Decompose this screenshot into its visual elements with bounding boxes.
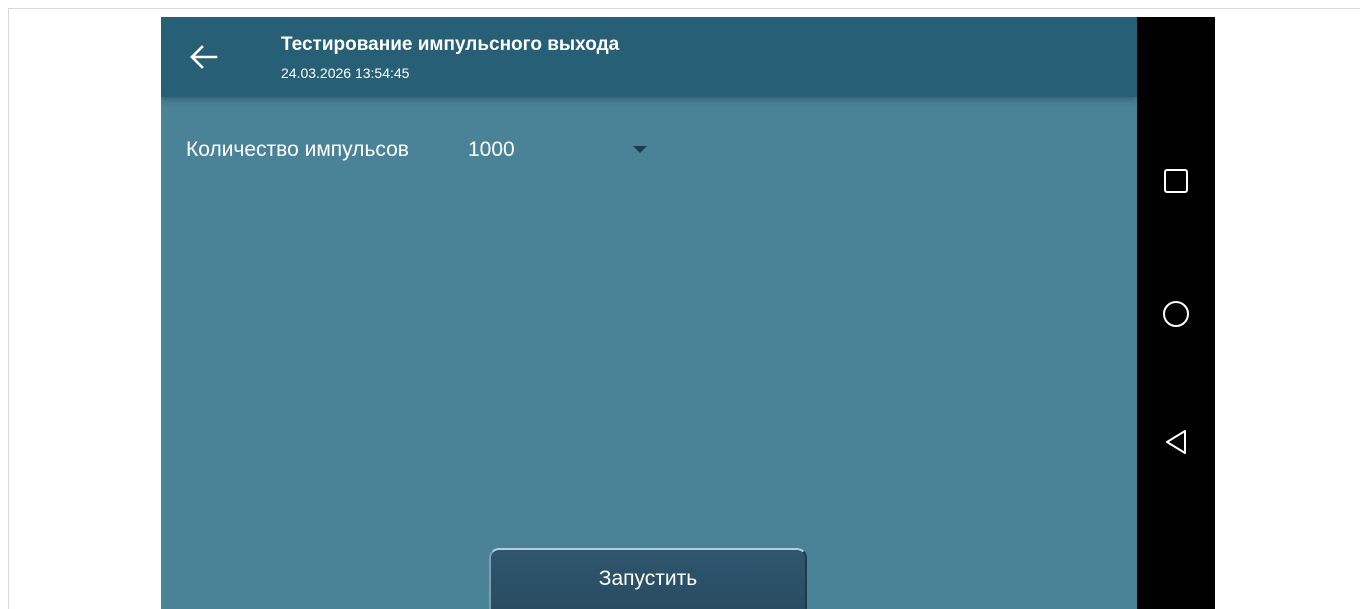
system-nav-bar xyxy=(1137,17,1215,609)
back-button[interactable] xyxy=(183,37,223,77)
pulse-count-value: 1000 xyxy=(468,138,515,161)
start-button-label: Запустить xyxy=(598,567,698,590)
start-button[interactable]: Запустить xyxy=(489,548,807,609)
pulse-count-row: Количество импульсов 1000 xyxy=(186,135,647,165)
pulse-count-select[interactable]: 1000 xyxy=(468,135,648,165)
arrow-left-icon xyxy=(190,45,218,69)
page-title: Тестирование импульсного выхода xyxy=(281,34,620,55)
app-bar: Тестирование импульсного выхода 24.03.20… xyxy=(161,17,1137,97)
home-button[interactable] xyxy=(1156,294,1196,334)
system-back-button[interactable] xyxy=(1156,422,1196,462)
recents-button[interactable] xyxy=(1156,161,1196,201)
pulse-count-label: Количество импульсов xyxy=(186,138,409,161)
caret-down-icon xyxy=(633,146,647,153)
app-screen: Тестирование импульсного выхода 24.03.20… xyxy=(161,17,1137,609)
circle-icon xyxy=(1163,301,1189,327)
page-timestamp: 24.03.2026 13:54:45 xyxy=(281,65,410,81)
square-icon xyxy=(1164,169,1188,193)
triangle-back-icon xyxy=(1166,430,1186,454)
